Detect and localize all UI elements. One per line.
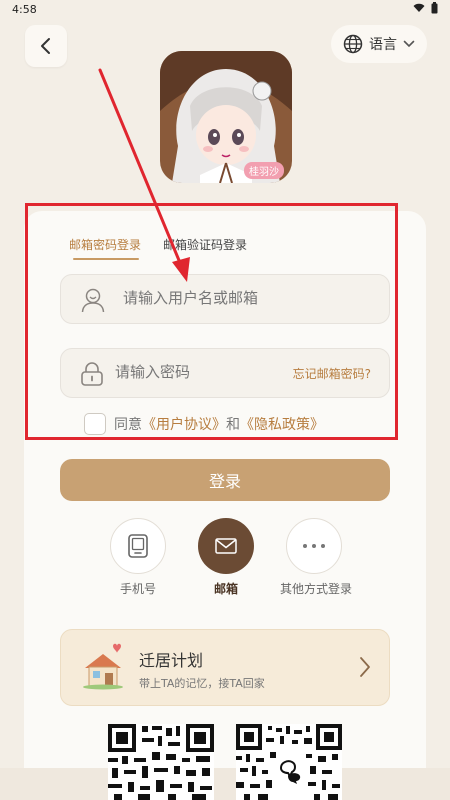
status-bar: 4:58 — [0, 0, 450, 20]
mail-icon — [215, 538, 237, 554]
language-button[interactable]: 语言 — [331, 25, 427, 63]
back-button[interactable] — [25, 25, 67, 67]
qr-code-left — [108, 724, 214, 800]
phone-login-label: 手机号 — [119, 582, 156, 596]
chevron-left-icon — [41, 38, 50, 54]
tablet-icon — [128, 534, 148, 558]
migration-plan-banner[interactable]: 迁居计划 带上TA的记忆，接TA回家 — [60, 629, 390, 706]
migration-plan-subtitle: 带上TA的记忆，接TA回家 — [139, 677, 265, 690]
chevron-right-icon — [360, 657, 370, 677]
more-dots-icon — [303, 544, 325, 548]
chevron-down-icon — [403, 40, 415, 48]
login-button[interactable]: 登录 — [60, 459, 390, 501]
status-time: 4:58 — [12, 3, 37, 16]
login-button-label: 登录 — [208, 472, 241, 491]
globe-icon — [343, 34, 363, 54]
house-heart-icon — [83, 643, 123, 690]
email-login-button[interactable] — [198, 518, 254, 574]
bottom-strip — [0, 768, 450, 800]
battery-icon — [431, 2, 438, 14]
other-login-label: 其他方式登录 — [279, 582, 352, 596]
email-login-label: 邮箱 — [213, 582, 238, 596]
language-label: 语言 — [369, 37, 397, 53]
app-avatar: 桂羽沙 — [160, 51, 292, 183]
status-icons — [413, 2, 438, 14]
migration-plan-title: 迁居计划 — [139, 651, 204, 670]
annotation-highlight-box — [25, 203, 398, 440]
wifi-icon — [413, 3, 425, 12]
other-login-button[interactable] — [286, 518, 342, 574]
phone-login-button[interactable] — [110, 518, 166, 574]
avatar-badge: 桂羽沙 — [244, 162, 284, 179]
qr-code-right — [236, 724, 342, 800]
